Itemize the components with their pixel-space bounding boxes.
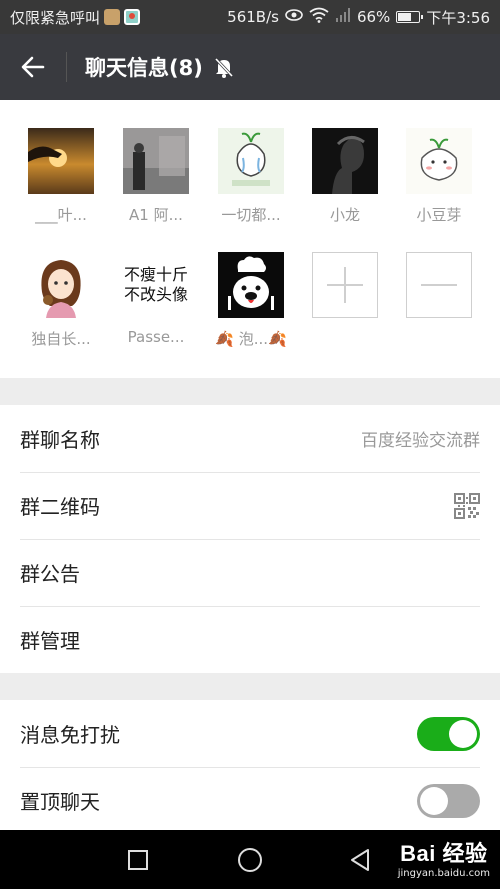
status-bar: 仅限紧急呼叫 561B/s 66% 下午3:56 <box>0 0 500 34</box>
remove-member-icon <box>406 252 472 318</box>
group-notice-row[interactable]: 群公告 <box>0 539 500 606</box>
back-arrow-icon <box>21 56 45 78</box>
wifi-icon <box>309 7 329 27</box>
member-avatar <box>218 252 284 318</box>
member-item[interactable]: 小豆芽 <box>394 128 484 225</box>
member-item[interactable]: 一切都... <box>206 128 296 225</box>
group-settings: 群聊名称 百度经验交流群 群二维码 群公告 群管理 <box>0 405 500 673</box>
group-manage-row[interactable]: 群管理 <box>0 606 500 673</box>
member-avatar <box>28 128 94 194</box>
avatar-text-line: 不改头像 <box>123 285 188 304</box>
network-speed: 561B/s <box>227 8 279 26</box>
circle-home-icon <box>238 847 262 872</box>
avatar-text-line: 不瘦十斤 <box>123 265 188 284</box>
remove-member-button[interactable] <box>394 252 484 318</box>
battery-icon <box>396 11 424 23</box>
home-button[interactable] <box>220 830 280 889</box>
member-avatar <box>123 128 189 194</box>
signal-icon <box>335 8 351 26</box>
pin-row: 置顶聊天 <box>0 767 500 834</box>
group-name-row[interactable]: 群聊名称 百度经验交流群 <box>0 405 500 472</box>
status-text: 仅限紧急呼叫 <box>10 8 101 27</box>
map-icon <box>124 9 141 25</box>
member-name: 小豆芽 <box>416 206 462 224</box>
member-item[interactable]: ___叶... <box>16 128 106 225</box>
member-name: 一切都... <box>221 206 281 224</box>
bag-icon <box>104 9 121 25</box>
member-name: ___叶... <box>35 206 87 224</box>
dnd-toggle[interactable] <box>417 716 480 751</box>
dnd-label: 消息免打扰 <box>20 723 120 747</box>
back-button[interactable] <box>0 34 66 100</box>
member-name: Passe... <box>127 328 185 346</box>
group-manage-label: 群管理 <box>20 629 80 653</box>
system-nav-bar: Bai 经验 jingyan.baidu.com <box>0 830 500 889</box>
page-title: 聊天信息(8) <box>85 56 203 80</box>
group-name-value: 百度经验交流群 <box>361 431 480 451</box>
watermark-logo: Bai 经验 <box>400 841 488 866</box>
add-member-button[interactable] <box>300 252 390 318</box>
members-grid: ___叶... A1 阿... 一切都... 小龙 小豆芽 独自长... 不瘦十… <box>0 100 500 378</box>
member-name: 🍂 泡...🍂 <box>215 330 287 348</box>
group-notice-label: 群公告 <box>20 562 80 586</box>
member-name: 小龙 <box>329 206 360 224</box>
header-divider <box>66 52 67 82</box>
baidu-watermark: Bai 经验 jingyan.baidu.com <box>398 836 490 879</box>
group-qr-label: 群二维码 <box>20 495 100 519</box>
member-avatar <box>312 128 378 194</box>
member-name: A1 阿... <box>129 206 183 224</box>
member-name: 独自长... <box>31 330 91 348</box>
member-item[interactable]: 小龙 <box>300 128 390 225</box>
battery-percent: 66% <box>356 8 391 26</box>
status-time: 下午3:56 <box>426 8 490 27</box>
header-bar: 聊天信息(8) <box>0 34 500 100</box>
member-item[interactable]: A1 阿... <box>111 128 201 225</box>
pin-label: 置顶聊天 <box>20 790 100 814</box>
square-recent-icon <box>128 849 148 870</box>
add-member-icon <box>312 252 378 318</box>
member-avatar <box>406 128 472 194</box>
member-item[interactable]: 不瘦十斤 不改头像 Passe... <box>111 252 201 346</box>
member-item[interactable]: 独自长... <box>16 252 106 349</box>
mute-bell-icon <box>213 56 235 78</box>
watermark-url: jingyan.baidu.com <box>397 868 490 879</box>
triangle-back-icon <box>351 848 369 871</box>
system-back-button[interactable] <box>330 830 390 889</box>
group-qr-row[interactable]: 群二维码 <box>0 472 500 539</box>
qr-code-icon <box>454 492 480 519</box>
chat-settings: 消息免打扰 置顶聊天 <box>0 700 500 834</box>
member-item[interactable]: 🍂 泡...🍂 <box>206 252 296 349</box>
member-avatar <box>218 128 284 194</box>
member-avatar <box>28 252 94 318</box>
dnd-row: 消息免打扰 <box>0 700 500 767</box>
recent-apps-button[interactable] <box>108 830 168 889</box>
pin-toggle[interactable] <box>417 783 480 818</box>
toggle-knob <box>420 786 448 815</box>
group-name-label: 群聊名称 <box>20 428 100 452</box>
eye-icon <box>285 8 303 26</box>
toggle-knob <box>449 719 477 748</box>
member-avatar: 不瘦十斤 不改头像 <box>118 252 194 318</box>
